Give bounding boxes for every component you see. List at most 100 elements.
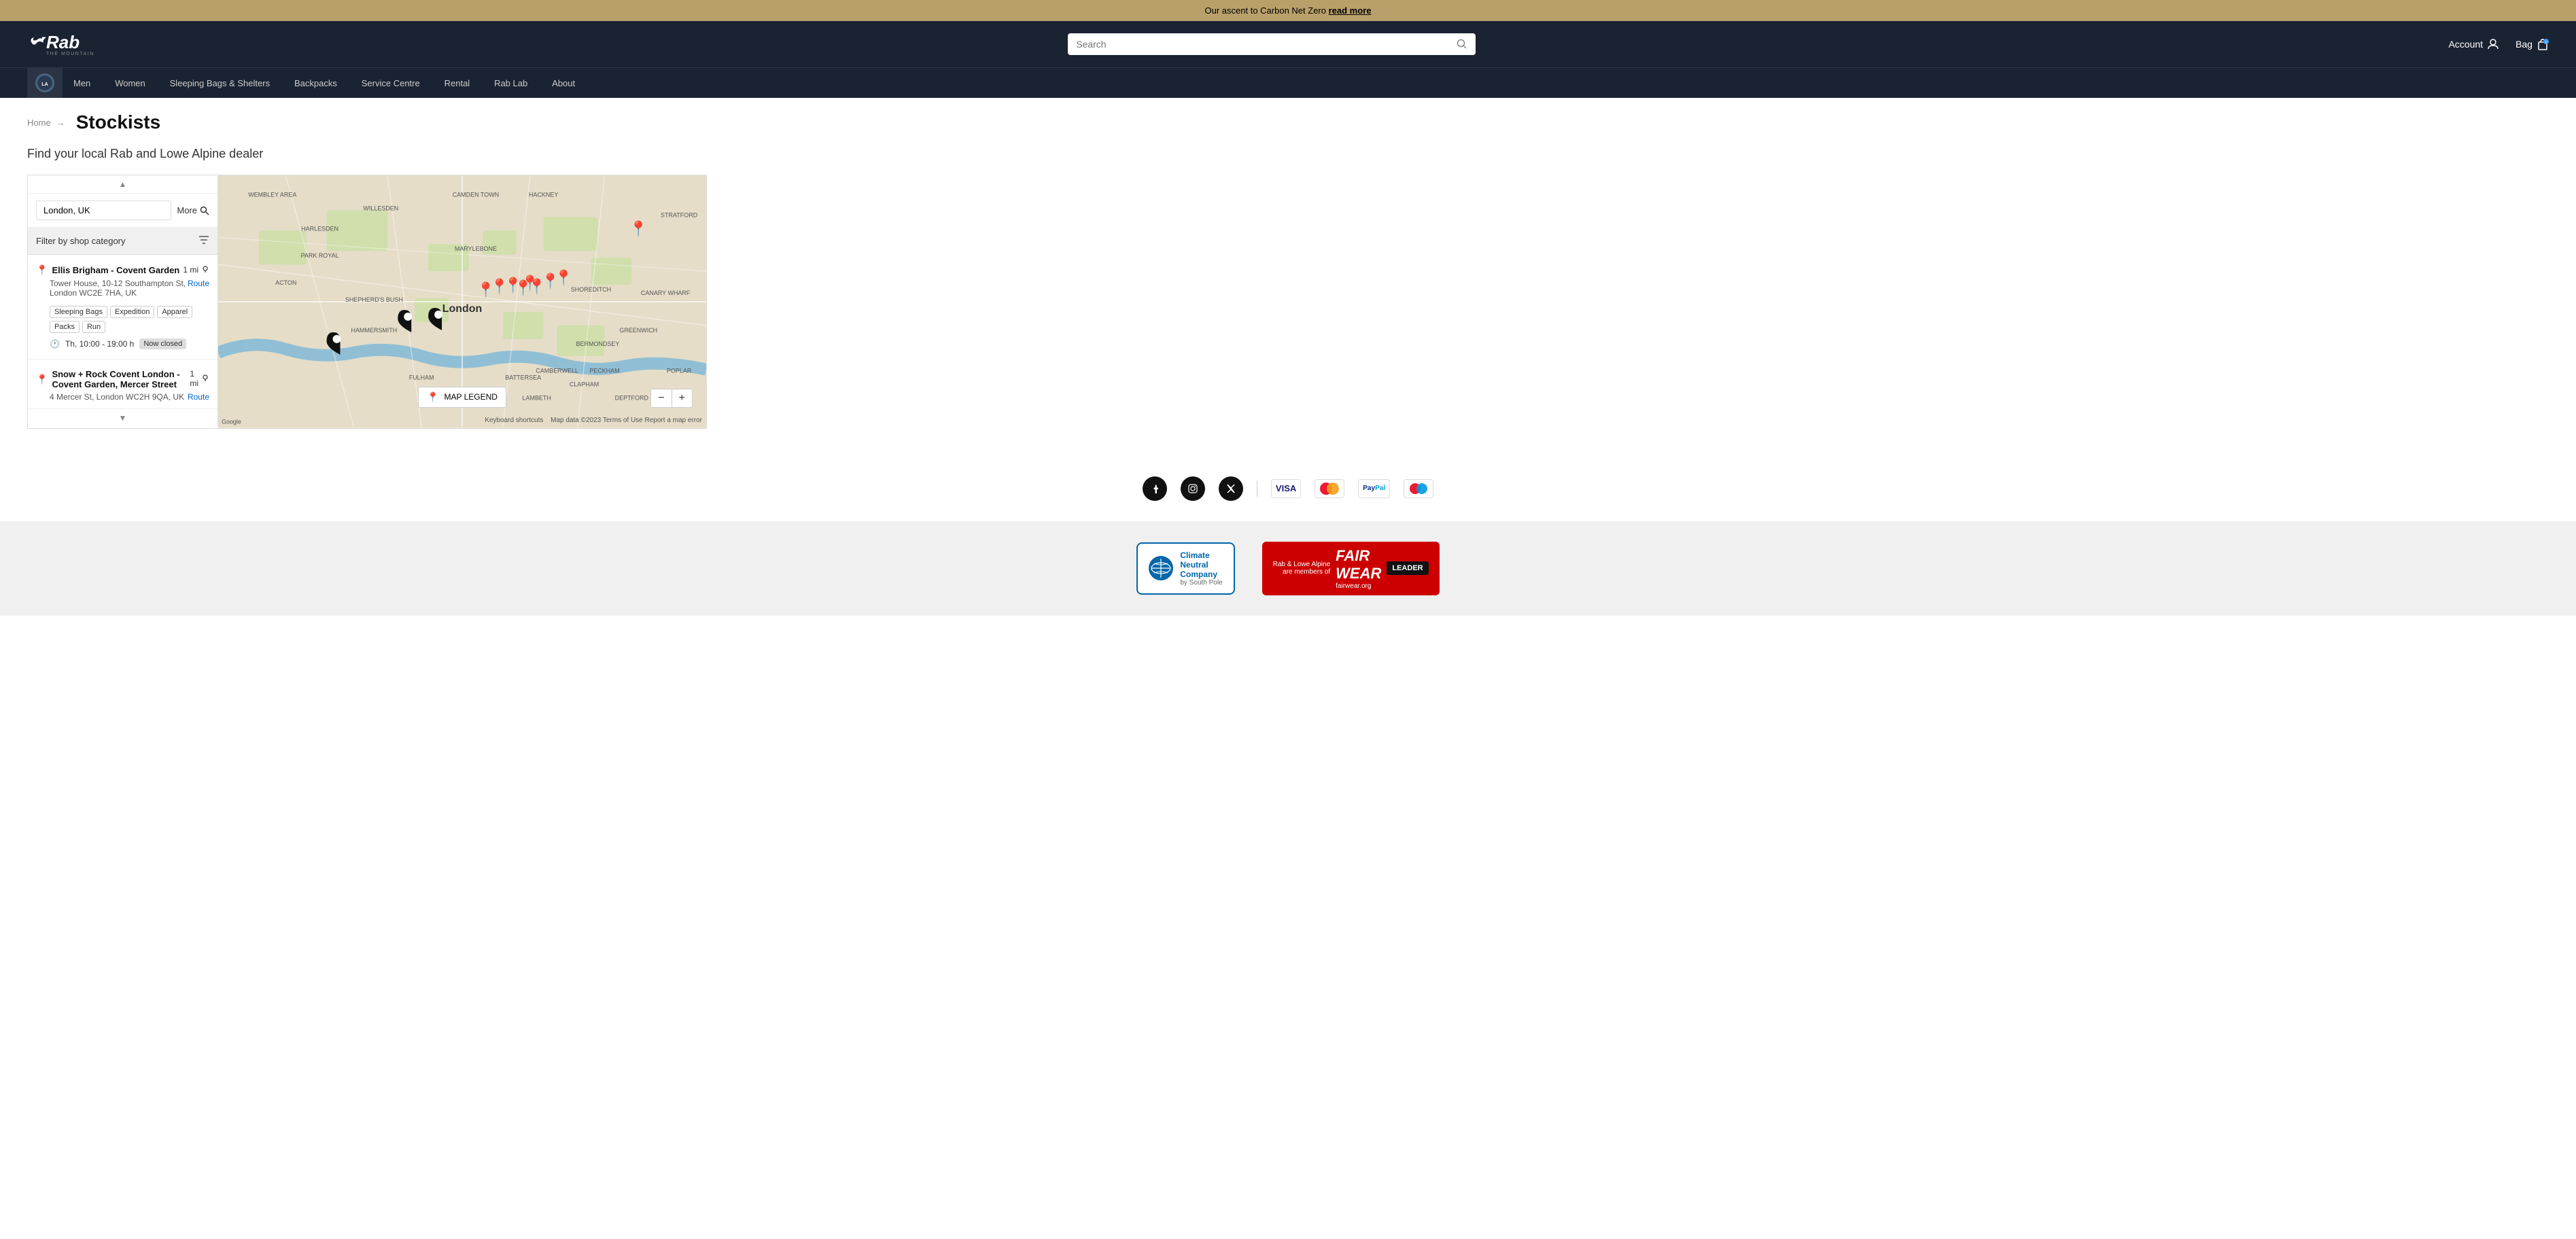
main-content: Find your local Rab and Lowe Alpine deal… (0, 140, 2576, 456)
svg-text:STRATFORD: STRATFORD (661, 211, 698, 218)
fair-wear-main: FAIRWEAR (1336, 547, 1381, 582)
svg-text:📍: 📍 (629, 220, 648, 237)
svg-text:HARLESDEN: HARLESDEN (301, 225, 338, 232)
map-zoom-minus[interactable]: − (651, 389, 671, 407)
store-address-row: Tower House, 10-12 Southampton St,London… (36, 279, 209, 303)
store-route-link[interactable]: Route (188, 279, 209, 288)
filter-row[interactable]: Filter by shop category (28, 228, 217, 255)
lowe-alpine-logo[interactable]: LA (27, 68, 63, 98)
svg-text:BERMONDSEY: BERMONDSEY (576, 341, 620, 347)
nav-rental[interactable]: Rental (434, 69, 481, 98)
lowe-alpine-circle: LA (35, 73, 54, 92)
scroll-up-arrow[interactable]: ▲ (119, 179, 127, 189)
store-hours-row: 🕐 Th, 10:00 - 19:00 h Now closed (36, 338, 209, 349)
breadcrumb-home[interactable]: Home (27, 118, 51, 128)
store-distance-row: 1 mi (190, 369, 209, 388)
store-name-row: 📍 Snow + Rock Covent London - Covent Gar… (36, 369, 190, 389)
store-closed-badge: Now closed (139, 338, 186, 349)
store-distance-row: 1 mi (183, 264, 209, 275)
svg-text:HACKNEY: HACKNEY (529, 191, 558, 198)
svg-text:THE MOUNTAIN PEOPLE: THE MOUNTAIN PEOPLE (46, 52, 95, 56)
paypal-payment-icon: PayPal (1358, 479, 1390, 498)
mc-circle-orange (1327, 483, 1339, 495)
announcement-text: Our ascent to Carbon Net Zero (1205, 5, 1329, 16)
main-nav: Men Women Sleeping Bags & Shelters Backp… (63, 77, 586, 88)
nav-service-centre[interactable]: Service Centre (351, 69, 431, 98)
fair-wear-leader-badge: LEADER (1387, 561, 1428, 575)
svg-text:FULHAM: FULHAM (409, 374, 434, 381)
svg-text:CAMBERWELL: CAMBERWELL (536, 368, 578, 374)
header-actions: Account Bag 0 (2448, 38, 2549, 50)
map-container[interactable]: London STRATFORD HACKNEY WEMBLEY AREA MA… (218, 175, 706, 428)
svg-text:GREENWICH: GREENWICH (619, 327, 657, 334)
page-title: Stockists (76, 111, 161, 133)
find-dealer-text: Find your local Rab and Lowe Alpine deal… (27, 147, 2549, 161)
account-icon (2487, 38, 2499, 50)
store-name-row: 📍 Ellis Brigham - Covent Garden (36, 264, 179, 276)
svg-text:LAMBETH: LAMBETH (523, 395, 551, 402)
fair-wear-promo: Rab & Lowe Alpineare members of (1273, 561, 1331, 576)
clock-icon: 🕐 (50, 339, 60, 349)
map-legend-pin-icon: 📍 (427, 391, 438, 403)
location-search-input[interactable] (36, 200, 171, 220)
svg-text:CLAPHAM: CLAPHAM (570, 381, 599, 388)
store-item[interactable]: 📍 Ellis Brigham - Covent Garden 1 mi (28, 255, 217, 360)
store-route-link[interactable]: Route (188, 392, 209, 402)
store-distance: 1 mi (190, 369, 198, 388)
svg-text:PARK ROYAL: PARK ROYAL (301, 252, 339, 259)
nav-bar: LA Men Women Sleeping Bags & Shelters Ba… (0, 67, 2576, 98)
more-button[interactable]: More (177, 205, 209, 215)
nav-rab-lab[interactable]: Rab Lab (483, 69, 538, 98)
svg-text:PECKHAM: PECKHAM (589, 368, 619, 374)
svg-text:MARYLEBONE: MARYLEBONE (455, 245, 497, 252)
announcement-link[interactable]: read more (1329, 5, 1372, 16)
svg-text:BATTERSEA: BATTERSEA (505, 374, 541, 381)
account-button[interactable]: Account (2448, 38, 2499, 50)
search-input[interactable] (1076, 39, 1451, 50)
bag-button[interactable]: Bag 0 (2516, 38, 2549, 50)
svg-text:Google: Google (222, 418, 241, 425)
store-tag: Packs (50, 321, 80, 333)
instagram-icon[interactable] (1181, 476, 1205, 501)
nav-sleeping-bags[interactable]: Sleeping Bags & Shelters (159, 69, 281, 98)
climate-sub: by South Pole (1180, 579, 1222, 587)
more-label: More (177, 205, 197, 215)
breadcrumb-section: Home → Stockists (0, 98, 2576, 140)
logo-area: Rab THE MOUNTAIN PEOPLE (27, 29, 95, 59)
store-tags: Sleeping Bags Expedition Apparel Packs R… (36, 306, 209, 333)
nav-men[interactable]: Men (63, 69, 101, 98)
twitter-icon[interactable] (1219, 476, 1243, 501)
fair-wear-url: fairwear.org (1336, 582, 1381, 590)
maestro-payment-icon (1404, 479, 1433, 498)
map-attribution: Keyboard shortcuts Map data ©2023 Terms … (485, 417, 702, 424)
fair-wear-pre-text: Rab & Lowe Alpineare members of (1273, 561, 1331, 576)
svg-text:LA: LA (41, 82, 48, 87)
svg-text:DEPTFORD: DEPTFORD (615, 395, 649, 402)
maestro-circle2 (1416, 483, 1427, 494)
store-address-row: 4 Mercer St, London WC2H 9QA, UK Route (36, 392, 209, 407)
map-zoom-plus[interactable]: + (672, 389, 692, 407)
store-distance: 1 mi (183, 265, 198, 275)
climate-title: ClimateNeutralCompany (1180, 551, 1222, 579)
svg-text:CANARY WHARF: CANARY WHARF (641, 290, 691, 296)
scroll-down-arrow[interactable]: ▼ (119, 413, 127, 423)
store-tag: Apparel (157, 306, 192, 318)
store-name: Ellis Brigham - Covent Garden (52, 265, 179, 275)
map-legend: 📍 MAP LEGEND (418, 387, 506, 408)
climate-icon (1149, 556, 1173, 580)
filter-label: Filter by shop category (36, 236, 126, 246)
rab-logo[interactable]: Rab THE MOUNTAIN PEOPLE (27, 29, 95, 59)
facebook-icon[interactable] (1143, 476, 1167, 501)
stockist-layout: ▲ More Filter by shop category (27, 175, 707, 429)
svg-text:0: 0 (2545, 41, 2547, 45)
nav-backpacks[interactable]: Backpacks (283, 69, 348, 98)
scroll-handle-top: ▲ (28, 175, 217, 194)
nav-women[interactable]: Women (104, 69, 156, 98)
svg-text:Rab: Rab (46, 32, 80, 52)
svg-text:CAMDEN TOWN: CAMDEN TOWN (453, 191, 499, 198)
nav-about[interactable]: About (541, 69, 586, 98)
climate-text: ClimateNeutralCompany by South Pole (1180, 551, 1222, 587)
store-location-icon (201, 264, 209, 275)
keyboard-shortcuts-label[interactable]: Keyboard shortcuts (485, 417, 543, 424)
paypal-label2: Pal (1375, 485, 1385, 492)
